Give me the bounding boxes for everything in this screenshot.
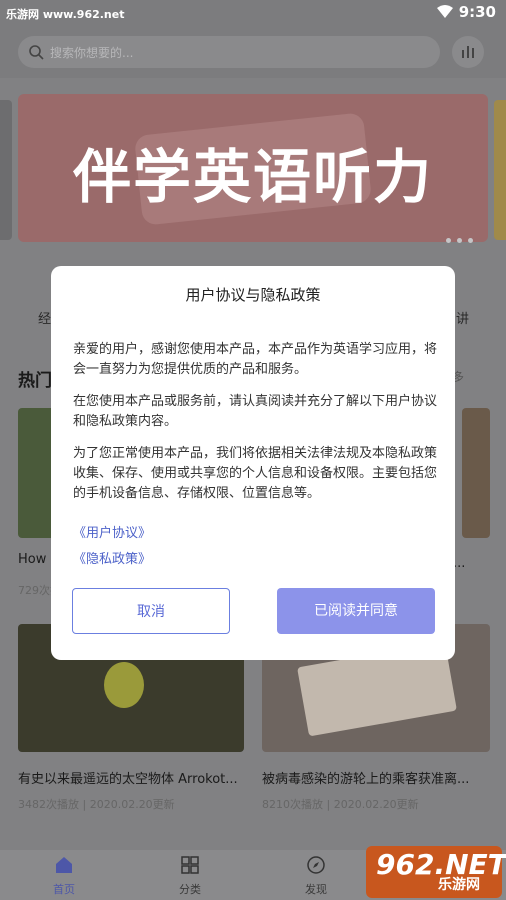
privacy-dialog: 用户协议与隐私政策 亲爱的用户，感谢您使用本产品，本产品作为英语学习应用，将会一… bbox=[51, 266, 455, 660]
status-bar: 乐游网 www.962.net 9:30 bbox=[0, 0, 506, 26]
dialog-title: 用户协议与隐私政策 bbox=[185, 286, 321, 304]
nav-discover[interactable]: 发现 bbox=[286, 854, 346, 897]
dialog-paragraph: 亲爱的用户，感谢您使用本产品，本产品作为英语学习应用，将会一直努力为您提供优质的… bbox=[73, 342, 438, 377]
nav-category[interactable]: 分类 bbox=[160, 854, 220, 897]
carousel-dots bbox=[440, 228, 473, 247]
card-meta: 8210次播放 | 2020.02.20更新 bbox=[262, 798, 419, 811]
card-thumbnail[interactable] bbox=[462, 408, 490, 538]
user-agreement-link[interactable]: 《用户协议》 bbox=[73, 522, 151, 541]
dialog-paragraph: 为了您正常使用本产品，我们将依据相关法律法规及本隐私政策收集、保存、使用或共享您… bbox=[73, 446, 438, 501]
agree-button[interactable]: 已阅读并同意 bbox=[277, 588, 435, 634]
site-logo: 962.NET 乐游网 bbox=[366, 846, 506, 898]
category-label-left[interactable]: 经 bbox=[38, 308, 51, 327]
cancel-button[interactable]: 取消 bbox=[72, 588, 230, 634]
card-meta: 3482次播放 | 2020.02.20更新 bbox=[18, 798, 175, 811]
card-caption[interactable]: 被病毒感染的游轮上的乘客获准离... bbox=[262, 768, 492, 787]
card-caption[interactable]: 有史以来最遥远的太空物体 Arrokot... bbox=[18, 768, 248, 787]
search-input[interactable]: 搜索你想要的... bbox=[18, 36, 440, 68]
banner[interactable]: 伴学英语听力 bbox=[18, 94, 488, 242]
nav-home[interactable]: 首页 bbox=[34, 854, 94, 897]
compass-icon bbox=[307, 856, 325, 874]
wifi-icon bbox=[437, 5, 453, 18]
top-bar: 搜索你想要的... bbox=[0, 26, 506, 78]
banner-title: 伴学英语听力 bbox=[72, 143, 433, 211]
clover-image bbox=[104, 662, 144, 708]
privacy-policy-link[interactable]: 《隐私政策》 bbox=[73, 548, 151, 567]
section-title: 热门 bbox=[18, 371, 52, 391]
equalizer-icon bbox=[462, 46, 474, 58]
grid-icon bbox=[181, 856, 199, 874]
search-icon bbox=[29, 45, 44, 60]
clock: 9:30 bbox=[458, 3, 496, 21]
banner-next-peek bbox=[494, 100, 506, 240]
dialog-paragraph: 在您使用本产品或服务前，请认真阅读并充分了解以下用户协议和隐私政策内容。 bbox=[73, 394, 438, 429]
home-icon bbox=[56, 857, 72, 873]
banner-prev-peek bbox=[0, 100, 12, 240]
watermark-text: 乐游网 www.962.net bbox=[6, 8, 125, 21]
category-label-right[interactable]: 讲 bbox=[456, 308, 469, 327]
audio-button[interactable] bbox=[452, 36, 484, 68]
search-placeholder: 搜索你想要的... bbox=[50, 46, 134, 60]
